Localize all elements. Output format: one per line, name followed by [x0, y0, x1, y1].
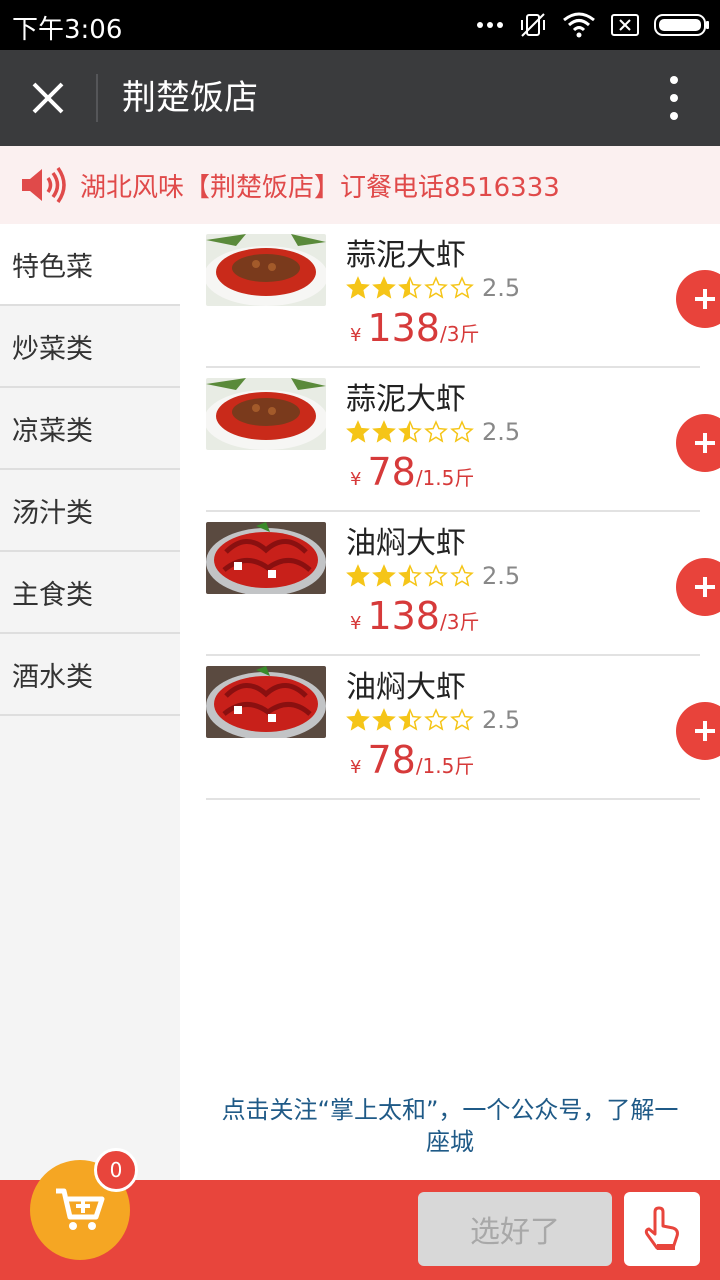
sidebar-item-label: 特色菜 — [12, 251, 93, 283]
garlic-crayfish-photo — [206, 378, 326, 450]
cart-icon — [56, 1188, 105, 1230]
item-name: 蒜泥大虾 — [346, 238, 466, 273]
promo-line: 点击关注“掌上太和”，一个公众号，了解一 — [221, 1096, 679, 1124]
currency-symbol: ¥ — [350, 325, 362, 346]
rating-value: 2.5 — [482, 706, 521, 734]
plus-icon — [695, 577, 715, 597]
braised-crayfish-photo — [206, 522, 326, 594]
star-rating-icon — [346, 420, 474, 443]
plus-icon — [695, 721, 715, 741]
star-rating-icon — [346, 564, 474, 587]
sidebar-item-label: 主食类 — [12, 579, 93, 611]
close-icon — [32, 82, 64, 114]
more-options-button[interactable] — [664, 76, 684, 120]
item-price: ¥ 138 /3斤 — [350, 306, 479, 350]
braised-crayfish-photo — [206, 666, 326, 738]
title-divider — [96, 74, 98, 122]
sidebar-item-stir-fry[interactable]: 炒菜类 — [0, 306, 180, 388]
item-price: ¥ 138 /3斤 — [350, 594, 479, 638]
item-price: ¥ 78 /1.5斤 — [350, 450, 474, 494]
plus-icon — [695, 289, 715, 309]
status-time: 下午3:06 — [12, 15, 123, 45]
rating-stars: 2.5 — [346, 706, 520, 734]
item-name: 蒜泥大虾 — [346, 382, 466, 417]
rating-stars: 2.5 — [346, 274, 520, 302]
menu-item: 油焖大虾 2.5 ¥ 78 /1.5斤 — [206, 656, 720, 800]
item-name: 油焖大虾 — [346, 526, 466, 561]
speaker-icon — [22, 166, 66, 204]
garlic-crayfish-photo — [206, 234, 326, 306]
sidebar-item-specialty[interactable]: 特色菜 — [0, 224, 180, 306]
title-bar: 荆楚饭店 — [0, 50, 720, 146]
cart-count-badge: 0 — [94, 1148, 138, 1192]
sidebar-item-label: 酒水类 — [12, 661, 93, 693]
tap-hint-button[interactable] — [624, 1192, 700, 1266]
sidebar-item-staples[interactable]: 主食类 — [0, 552, 180, 634]
item-price: ¥ 78 /1.5斤 — [350, 738, 474, 782]
sidebar-item-drinks[interactable]: 酒水类 — [0, 634, 180, 716]
menu-item: 蒜泥大虾 2.5 ¥ 78 /1.5斤 — [206, 368, 720, 512]
price-unit: /1.5斤 — [415, 754, 475, 778]
price-unit: /3斤 — [439, 322, 480, 346]
more-dot — [670, 112, 678, 120]
price-value: 78 — [367, 738, 416, 782]
sidebar-item-cold-dishes[interactable]: 凉菜类 — [0, 388, 180, 470]
price-value: 138 — [367, 306, 440, 350]
currency-symbol: ¥ — [350, 613, 362, 634]
notice-text: 湖北风味【荆楚饭店】订餐电话8516333 — [80, 172, 560, 203]
status-icons — [476, 10, 710, 40]
rating-value: 2.5 — [482, 418, 521, 446]
close-button[interactable] — [22, 72, 74, 124]
rating-stars: 2.5 — [346, 562, 520, 590]
checkout-button[interactable]: 选好了 — [418, 1192, 612, 1266]
star-rating-icon — [346, 276, 474, 299]
rating-value: 2.5 — [482, 274, 521, 302]
category-sidebar: 特色菜 炒菜类 凉菜类 汤汁类 主食类 酒水类 — [0, 224, 180, 1180]
battery-icon — [654, 14, 709, 36]
no-sim-icon — [611, 14, 639, 36]
bottom-bar: 0 选好了 — [0, 1148, 720, 1280]
wifi-icon — [563, 12, 595, 38]
notice-banner: 湖北风味【荆楚饭店】订餐电话8516333 — [0, 146, 720, 224]
sidebar-item-label: 汤汁类 — [12, 497, 93, 529]
vibrate-off-icon — [521, 13, 545, 37]
rating-value: 2.5 — [482, 562, 521, 590]
price-value: 138 — [367, 594, 440, 638]
promo-link[interactable]: 点击关注“掌上太和”，一个公众号，了解一 座城 — [180, 1094, 720, 1158]
currency-symbol: ¥ — [350, 757, 362, 778]
price-unit: /1.5斤 — [415, 466, 475, 490]
add-to-cart-button[interactable] — [676, 414, 720, 472]
promo-line: 座城 — [426, 1128, 474, 1156]
pointing-hand-icon — [644, 1206, 679, 1250]
add-to-cart-button[interactable] — [676, 702, 720, 760]
menu-item: 油焖大虾 2.5 ¥ 138 /3斤 — [206, 512, 720, 656]
star-rating-icon — [346, 708, 474, 731]
price-unit: /3斤 — [439, 610, 480, 634]
add-to-cart-button[interactable] — [676, 270, 720, 328]
more-dot — [670, 76, 678, 84]
rating-stars: 2.5 — [346, 418, 520, 446]
more-dot — [670, 94, 678, 102]
menu-list: 蒜泥大虾 2.5 ¥ 138 /3斤 蒜泥大虾 2.5 ¥ 78 /1.5斤 油… — [180, 224, 720, 1180]
menu-item: 蒜泥大虾 2.5 ¥ 138 /3斤 — [206, 224, 720, 368]
price-value: 78 — [367, 450, 416, 494]
sidebar-item-label: 炒菜类 — [12, 333, 93, 365]
plus-icon — [695, 433, 715, 453]
add-to-cart-button[interactable] — [676, 558, 720, 616]
currency-symbol: ¥ — [350, 469, 362, 490]
item-name: 油焖大虾 — [346, 670, 466, 705]
page-title: 荆楚饭店 — [122, 78, 258, 118]
status-bar: 下午3:06 — [0, 0, 720, 50]
more-dots-icon — [477, 22, 503, 28]
sidebar-item-label: 凉菜类 — [12, 415, 93, 447]
sidebar-item-soups[interactable]: 汤汁类 — [0, 470, 180, 552]
